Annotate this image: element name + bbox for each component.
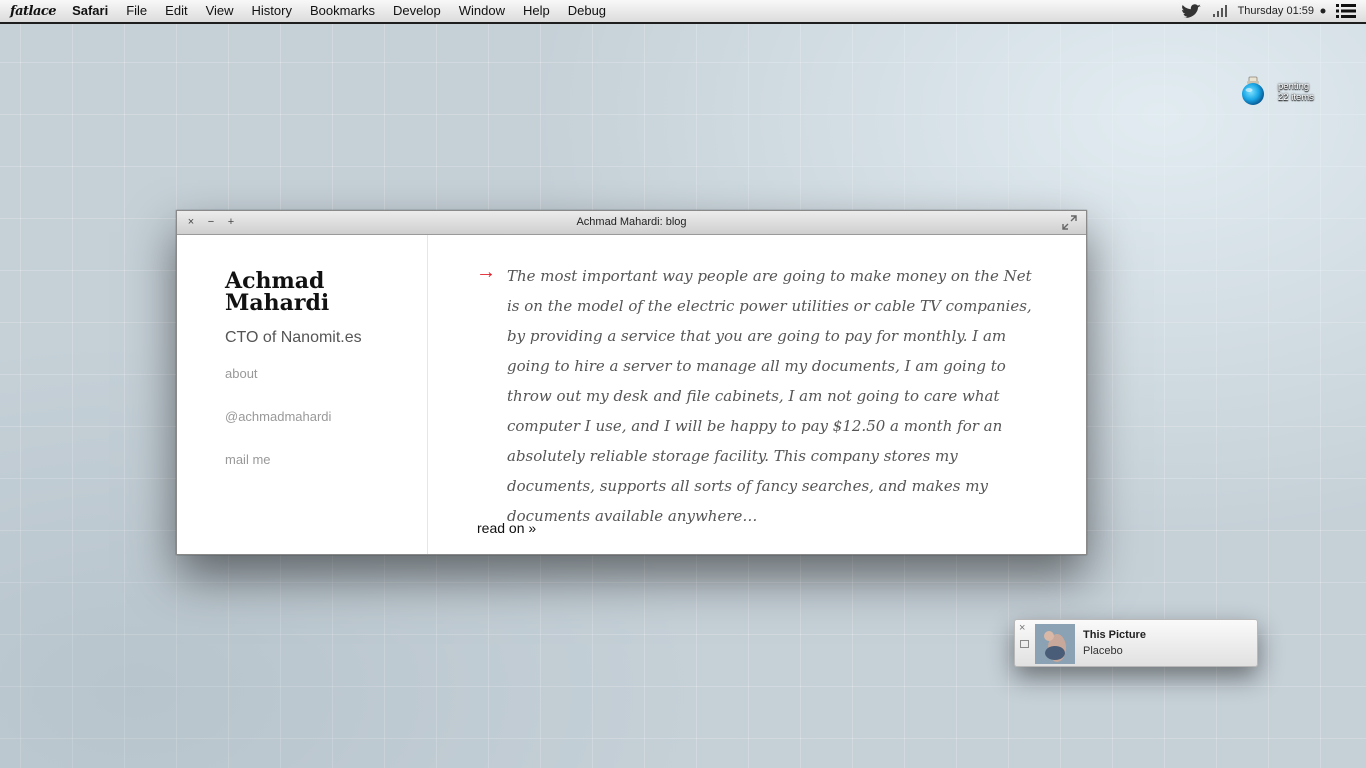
album-art [1035,624,1075,664]
menu-clock[interactable]: Thursday 01:59 [1238,5,1314,17]
menu-view[interactable]: View [197,0,243,22]
menu-develop[interactable]: Develop [384,0,450,22]
track-artist: Placebo [1083,645,1123,657]
album-art-image [1035,624,1075,664]
blog-post: → The most important way people are goin… [428,235,1086,554]
window-titlebar[interactable]: × − + Achmad Mahardi: blog [177,211,1086,235]
fullscreen-icon[interactable] [1062,215,1077,230]
menu-bar: fatlace Safari File Edit View History Bo… [0,0,1366,24]
track-title: This Picture [1083,629,1146,641]
menu-edit[interactable]: Edit [156,0,196,22]
notification-minimize-icon[interactable] [1020,640,1029,648]
desktop-folder-penting[interactable]: penting 22 items [1240,76,1314,106]
desktop-folder-name: penting [1278,81,1310,92]
desktop-folder-label: penting 22 items [1278,81,1314,103]
post-arrow-icon: → [476,261,496,283]
window-title: Achmad Mahardi: blog [576,216,687,228]
status-dot-icon[interactable] [1320,8,1326,14]
menu-history[interactable]: History [243,0,301,22]
nav-link-twitter[interactable]: @achmadmahardi [225,409,331,424]
menu-bookmarks[interactable]: Bookmarks [301,0,384,22]
blog-sidebar: Achmad Mahardi CTO of Nanomit.es about @… [177,235,428,554]
menu-file[interactable]: File [117,0,156,22]
app-logo[interactable]: fatlace [10,4,57,19]
menu-window[interactable]: Window [450,0,514,22]
notification-close-icon[interactable]: × [1019,622,1025,634]
site-title[interactable]: Achmad Mahardi [225,270,405,314]
signal-bars-icon[interactable] [1212,5,1228,17]
list-menu-icon[interactable] [1336,3,1356,19]
nav-link-mail[interactable]: mail me [225,452,271,467]
browser-window: × − + Achmad Mahardi: blog Achmad Mahard… [176,210,1087,555]
post-quote: The most important way people are going … [507,267,1032,525]
twitter-bird-icon[interactable] [1181,4,1202,18]
now-playing-notification[interactable]: × This Picture Placebo [1014,619,1258,667]
nav-link-about[interactable]: about [225,366,258,381]
desktop-folder-count: 22 items [1278,92,1314,103]
read-on-link[interactable]: read on » [477,520,536,536]
blue-jar-icon [1242,76,1264,105]
menu-app-safari[interactable]: Safari [66,0,117,22]
menu-extras: Thursday 01:59 [1181,0,1366,22]
menu-help[interactable]: Help [514,0,559,22]
menu-debug[interactable]: Debug [559,0,615,22]
site-tagline: CTO of Nanomit.es [225,329,362,346]
